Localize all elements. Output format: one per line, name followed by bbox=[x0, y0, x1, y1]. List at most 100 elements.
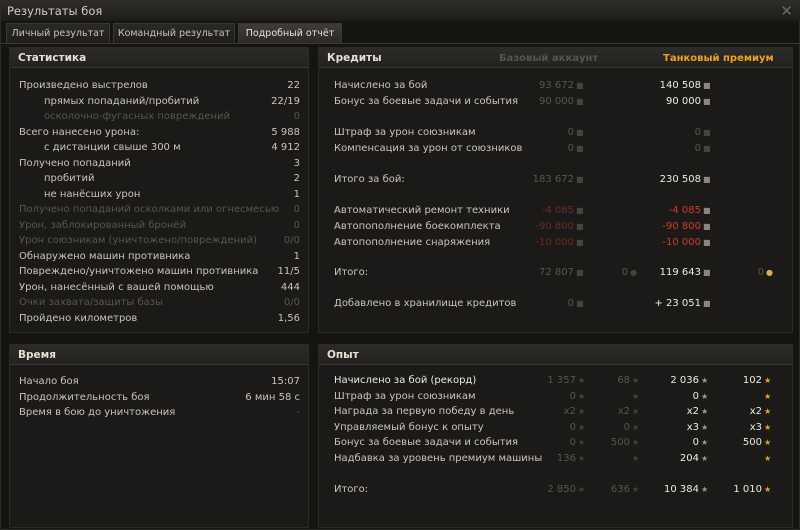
stat-row: Пройдено километров 1,56 bbox=[10, 312, 310, 326]
xp-row: Бонус за боевые задачи и события 0 ★ 500 ★ 0 ★… bbox=[319, 436, 794, 450]
star-icon: ★ bbox=[764, 391, 772, 401]
premium-free-xp-value: x2 bbox=[749, 406, 762, 417]
credit-coin-icon: ■ bbox=[576, 175, 584, 184]
xp-row: Итого: 2 850 ★ 636 ★ 10 384 ★ 1 010 ★ bbox=[319, 483, 794, 497]
stat-row: Получено попаданий 3 bbox=[10, 157, 310, 171]
base-account-column-header: Базовый аккаунт bbox=[499, 53, 599, 64]
close-icon[interactable]: ✕ bbox=[780, 2, 793, 20]
base-xp-value: 0 bbox=[569, 390, 576, 402]
star-icon: ★ bbox=[578, 407, 586, 416]
xp-label: Начислено за бой (рекорд) bbox=[334, 375, 477, 386]
experience-panel: Опыт Начислено за бой (рекорд) 1 357 ★ 68 ★ 2… bbox=[318, 344, 793, 528]
credit-row: Бонус за боевые задачи и события 90 000 ■ 9… bbox=[319, 95, 794, 109]
stat-label: Всего нанесено урона: bbox=[19, 126, 140, 138]
credit-label: Добавлено в хранилище кредитов bbox=[334, 298, 517, 309]
stat-label: с дистанции свыше 300 м bbox=[44, 142, 181, 153]
time-value: - bbox=[296, 407, 300, 418]
base-free-xp-value: 500 bbox=[610, 437, 630, 448]
star-icon: ★ bbox=[578, 422, 586, 432]
premium-credit-value: 90 000 bbox=[666, 96, 701, 107]
base-xp-value: 1 357 bbox=[547, 375, 576, 386]
base-free-xp-value: 0 bbox=[623, 421, 630, 433]
stat-row: Очки захвата/защиты базы 0/0 bbox=[10, 296, 310, 310]
stat-label: Урон, заблокированный бронёй bbox=[19, 219, 187, 231]
base-credit-value: 0 bbox=[567, 127, 574, 138]
premium-xp-value: 0 bbox=[692, 437, 699, 448]
credit-coin-icon: ■ bbox=[703, 81, 711, 90]
stat-row: с дистанции свыше 300 м 4 912 bbox=[10, 141, 310, 155]
star-icon: ★ bbox=[578, 453, 586, 463]
stat-row: Произведено выстрелов 22 bbox=[10, 79, 310, 93]
stat-value: 22 bbox=[287, 80, 300, 91]
star-icon: ★ bbox=[632, 391, 640, 401]
base-credit-value: -4 085 bbox=[541, 205, 574, 216]
time-row: Время в бою до уничтожения - bbox=[10, 406, 310, 420]
time-label: Время в бою до уничтожения bbox=[19, 407, 176, 418]
stat-value: 11/5 bbox=[277, 266, 300, 277]
base-free-xp-value: x2 bbox=[617, 406, 630, 417]
tab-team-result[interactable]: Командный результат bbox=[113, 23, 235, 43]
star-icon: ★ bbox=[578, 438, 586, 447]
tab-personal-result[interactable]: Личный результат bbox=[6, 23, 110, 43]
credit-coin-icon: ■ bbox=[576, 97, 584, 106]
stat-label: Пройдено километров bbox=[19, 312, 138, 324]
credit-coin-icon: ■ bbox=[576, 268, 584, 277]
premium-credit-value: -10 000 bbox=[662, 237, 701, 248]
base-credit-value: 93 672 bbox=[539, 80, 574, 91]
credit-coin-icon: ■ bbox=[576, 81, 584, 90]
xp-label: Штраф за урон союзникам bbox=[334, 390, 476, 402]
xp-label: Управляемый бонус к опыту bbox=[334, 421, 484, 433]
base-credit-value: -90 800 bbox=[535, 221, 574, 232]
gold-coin-icon: ● bbox=[630, 268, 637, 277]
time-value: 15:07 bbox=[271, 376, 300, 387]
base-xp-value: 2 850 bbox=[547, 484, 576, 495]
premium-free-xp-value: x3 bbox=[749, 421, 762, 433]
base-xp-value: x2 bbox=[563, 406, 576, 417]
experience-title: Опыт bbox=[327, 349, 359, 361]
statistics-title: Статистика bbox=[18, 52, 87, 64]
stat-label: Обнаружено машин противника bbox=[19, 250, 191, 262]
credit-coin-icon: ■ bbox=[576, 206, 584, 215]
title-bar: Результаты боя ✕ bbox=[1, 1, 800, 21]
stat-label: Получено попаданий осколками или огнесме… bbox=[19, 204, 280, 215]
stat-label: пробитий bbox=[44, 173, 95, 184]
star-icon: ★ bbox=[578, 485, 586, 494]
credits-header: Кредиты Базовый аккаунт Танковый премиум bbox=[319, 48, 792, 68]
time-value: 6 мин 58 с bbox=[245, 391, 300, 403]
base-gold-value: 0 bbox=[621, 267, 628, 278]
premium-free-xp-value: 1 010 bbox=[733, 484, 762, 495]
base-credit-value: 0 bbox=[567, 143, 574, 154]
stat-label: Урон, нанесённый с вашей помощью bbox=[19, 281, 214, 293]
credit-coin-icon: ■ bbox=[703, 268, 711, 277]
stat-row: Всего нанесено урона: 5 988 bbox=[10, 126, 310, 140]
stat-value: 1 bbox=[293, 250, 300, 262]
credit-row: Штраф за урон союзникам 0 ■ 0 ■ bbox=[319, 126, 794, 140]
stat-row: Урон союзникам (уничтожено/повреждений) 0… bbox=[10, 234, 310, 248]
credit-row: Компенсация за урон от союзников 0 ■ 0 ■ bbox=[319, 142, 794, 156]
window-title: Результаты боя bbox=[7, 4, 103, 18]
credit-label: Автоматический ремонт техники bbox=[334, 205, 510, 216]
tab-detailed-report[interactable]: Подробный отчёт bbox=[238, 23, 342, 43]
stat-label: Получено попаданий bbox=[19, 157, 131, 169]
star-icon: ★ bbox=[701, 391, 709, 401]
battle-results-window: Результаты боя ✕ Личный результат Команд… bbox=[0, 0, 800, 530]
statistics-panel: Статистика Произведено выстрелов 22 прямых… bbox=[9, 47, 309, 333]
star-icon: ★ bbox=[632, 407, 640, 416]
credit-row: Начислено за бой 93 672 ■ 140 508 ■ bbox=[319, 79, 794, 93]
star-icon: ★ bbox=[764, 453, 772, 463]
credit-label: Итого за бой: bbox=[334, 174, 405, 185]
stat-row: пробитий 2 bbox=[10, 172, 310, 186]
premium-xp-value: 0 bbox=[692, 390, 699, 402]
credit-label: Штраф за урон союзникам bbox=[334, 127, 476, 138]
xp-row: Надбавка за уровень премиум машины 136 ★ ★ 2… bbox=[319, 452, 794, 466]
premium-free-xp-value: 102 bbox=[742, 375, 762, 386]
credit-row: Итого за бой: 183 672 ■ 230 508 ■ bbox=[319, 173, 794, 187]
star-icon: ★ bbox=[578, 391, 586, 401]
credit-row: Автопополнение боекомплекта -90 800 ■ -90 8… bbox=[319, 220, 794, 234]
premium-credit-value: -90 800 bbox=[662, 221, 701, 232]
time-panel: Время Начало боя 15:07 Продолжительность б… bbox=[9, 344, 309, 528]
stat-value: 5 988 bbox=[271, 126, 300, 138]
credit-label: Автопополнение боекомплекта bbox=[334, 221, 501, 232]
stat-label: Очки захвата/защиты базы bbox=[19, 297, 163, 308]
stat-label: Урон союзникам (уничтожено/повреждений) bbox=[19, 235, 258, 246]
